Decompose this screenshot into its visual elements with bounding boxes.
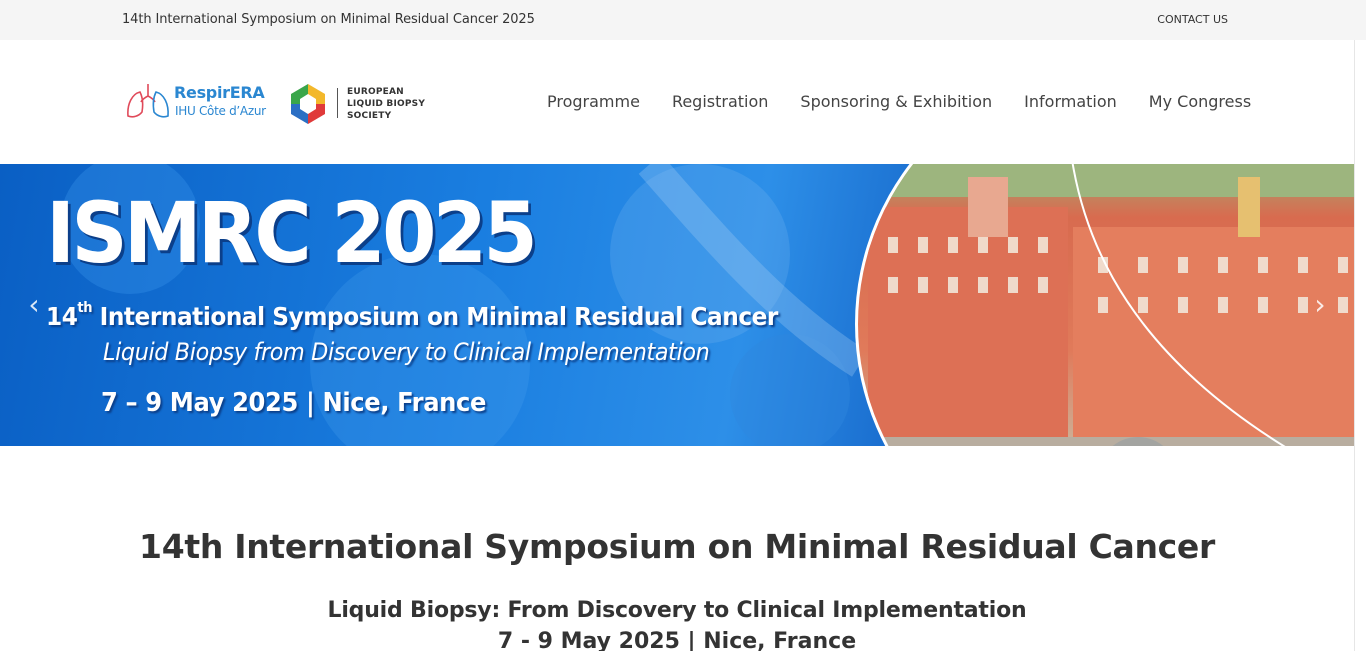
logo-divider (337, 88, 338, 118)
elbs-logo[interactable]: EUROPEAN LIQUID BIOPSY SOCIETY (288, 82, 428, 126)
site-header: RespirERA IHU Côte d’Azur EUROPEAN LIQUI… (0, 40, 1354, 164)
nav-my-congress[interactable]: My Congress (1133, 92, 1267, 111)
carousel-next-button[interactable]: › (1308, 290, 1332, 320)
banner-title: ISMRC 2025 (46, 184, 538, 282)
banner-symposium-name: International Symposium on Minimal Resid… (92, 302, 779, 331)
page-scrollbar[interactable] (1354, 40, 1366, 651)
nav-information[interactable]: Information (1008, 92, 1133, 111)
main-nav: Programme Registration Sponsoring & Exhi… (531, 92, 1267, 111)
elbs-line1: EUROPEAN (347, 87, 404, 97)
respirera-name: RespirERA (174, 83, 265, 102)
elbs-line2: LIQUID BIOPSY (347, 99, 426, 109)
contact-us-link[interactable]: CONTACT US (1157, 13, 1228, 26)
hero-banner-carousel[interactable]: ISMRC 2025 14th International Symposium … (0, 164, 1354, 446)
nav-programme[interactable]: Programme (531, 92, 656, 111)
respirera-logo[interactable]: RespirERA IHU Côte d’Azur (124, 82, 269, 124)
banner-ordinal-suffix: th (77, 300, 93, 316)
top-bar: 14th International Symposium on Minimal … (0, 0, 1366, 40)
page-subtitle: Liquid Biopsy: From Discovery to Clinica… (327, 598, 1027, 623)
banner-ordinal-number: 14 (46, 302, 78, 331)
event-date-location: 7 - 9 May 2025 | Nice, France (497, 629, 857, 651)
city-illustration (858, 164, 1354, 446)
banner-date-location: 7 – 9 May 2025 | Nice, France (101, 388, 487, 418)
hexagon-logo-icon (291, 84, 325, 124)
topbar-title: 14th International Symposium on Minimal … (122, 12, 535, 27)
elbs-line3: SOCIETY (347, 111, 392, 121)
respirera-subtitle: IHU Côte d’Azur (175, 104, 266, 118)
lungs-icon (127, 84, 169, 118)
banner-subtitle: Liquid Biopsy from Discovery to Clinical… (103, 338, 710, 366)
nice-city-photo (855, 164, 1354, 446)
carousel-prev-button[interactable]: ‹ (22, 290, 46, 320)
banner-symposium-line: 14th International Symposium on Minimal … (46, 300, 779, 331)
page-title: 14th International Symposium on Minimal … (139, 527, 1215, 566)
nav-registration[interactable]: Registration (656, 92, 784, 111)
nav-sponsoring-exhibition[interactable]: Sponsoring & Exhibition (784, 92, 1008, 111)
elbs-text: EUROPEAN LIQUID BIOPSY SOCIETY (347, 86, 425, 122)
